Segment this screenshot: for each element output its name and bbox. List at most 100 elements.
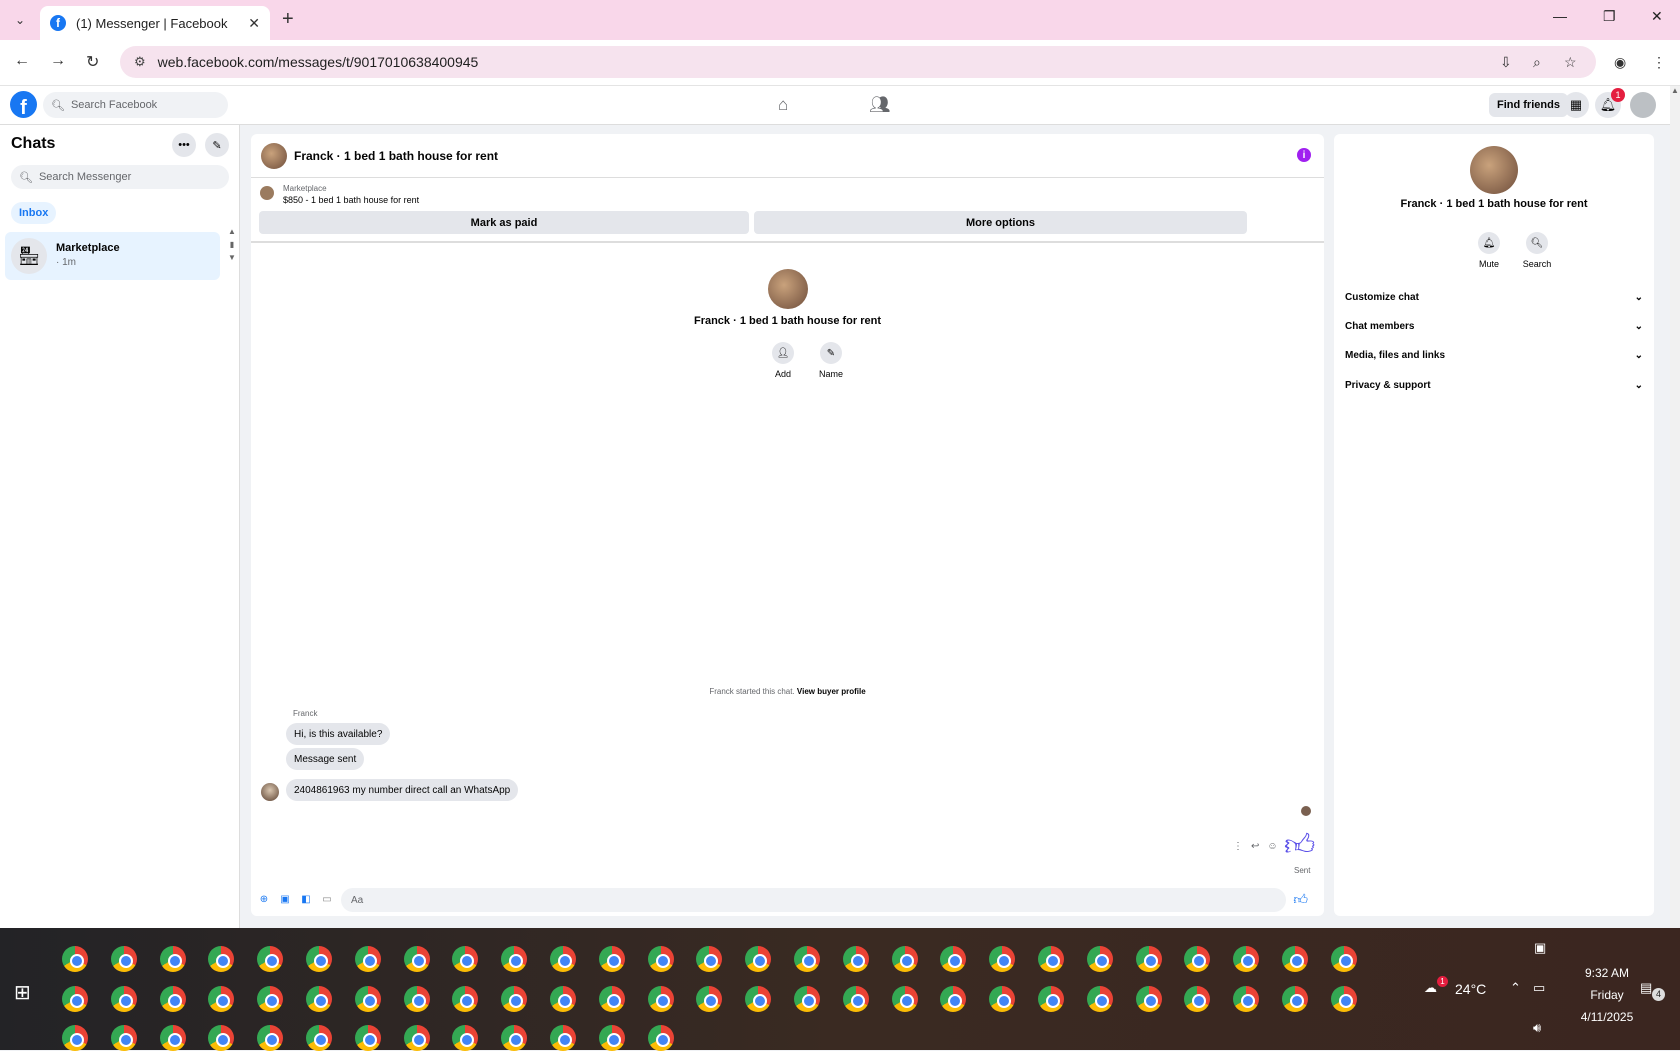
chrome-taskbar-icon[interactable] — [62, 1025, 88, 1051]
details-avatar[interactable] — [1470, 146, 1518, 194]
chrome-taskbar-icon[interactable] — [1233, 986, 1260, 1012]
page-scrollbar[interactable]: ▲ — [1670, 86, 1680, 928]
bookmark-star-icon[interactable]: ☆ — [1564, 54, 1577, 71]
forward-icon[interactable]: → — [50, 52, 66, 70]
chrome-taskbar-icon[interactable] — [208, 946, 235, 972]
mark-as-paid-button[interactable]: Mark as paid — [259, 211, 749, 234]
chrome-taskbar-icon[interactable] — [1184, 986, 1211, 1012]
install-app-icon[interactable]: ⇩ — [1500, 54, 1512, 71]
chrome-taskbar-icon[interactable] — [940, 986, 967, 1012]
chrome-taskbar-icon[interactable] — [891, 986, 918, 1012]
notification-center-icon[interactable]: ▤ — [1640, 980, 1652, 996]
contact-avatar[interactable] — [261, 143, 287, 169]
name-action[interactable]: ✎ Name — [811, 342, 851, 379]
account-avatar[interactable] — [1630, 92, 1656, 118]
restore-icon[interactable]: ❐ — [1603, 8, 1616, 25]
chrome-taskbar-icon[interactable] — [696, 946, 723, 972]
photo-icon[interactable]: ▣ — [278, 892, 292, 906]
chrome-taskbar-icon[interactable] — [1086, 946, 1113, 972]
chrome-taskbar-icon[interactable] — [452, 986, 479, 1012]
info-icon[interactable]: i — [1297, 148, 1311, 162]
chrome-taskbar-icon[interactable] — [1330, 946, 1357, 972]
reload-icon[interactable]: ↻ — [86, 52, 99, 72]
mute-action[interactable]: 🔔︎ Mute — [1469, 232, 1509, 269]
chrome-taskbar-icon[interactable] — [501, 1025, 528, 1051]
react-icon[interactable]: ☺ — [1267, 841, 1285, 852]
chrome-taskbar-icon[interactable] — [306, 946, 332, 972]
home-icon[interactable]: ⌂ — [778, 95, 788, 115]
messenger-search-input[interactable]: 🔍︎ Search Messenger — [11, 165, 229, 189]
chrome-taskbar-icon[interactable] — [452, 946, 479, 972]
clock-date[interactable]: 4/11/2025 — [1567, 1010, 1647, 1024]
chrome-taskbar-icon[interactable] — [501, 986, 528, 1012]
chrome-taskbar-icon[interactable] — [257, 986, 284, 1012]
zoom-icon[interactable]: ⌕ — [1533, 54, 1541, 71]
chrome-taskbar-icon[interactable] — [403, 946, 430, 972]
windows-start-icon[interactable]: ⊞ — [14, 980, 31, 1005]
chrome-taskbar-icon[interactable] — [110, 946, 137, 972]
chrome-taskbar-icon[interactable] — [403, 986, 430, 1012]
chrome-taskbar-icon[interactable] — [306, 1025, 332, 1051]
section-customize-chat[interactable]: Customize chat ⌄ — [1345, 286, 1643, 308]
clock-time[interactable]: 9:32 AM — [1567, 966, 1647, 980]
chrome-taskbar-icon[interactable] — [62, 946, 88, 972]
chrome-taskbar-icon[interactable] — [354, 1025, 381, 1051]
chrome-taskbar-icon[interactable] — [501, 946, 528, 972]
chrome-taskbar-icon[interactable] — [550, 1025, 576, 1051]
message-bubble[interactable]: Message sent — [286, 748, 365, 770]
chrome-taskbar-icon[interactable] — [306, 986, 332, 1012]
section-chat-members[interactable]: Chat members ⌄ — [1345, 315, 1643, 337]
chrome-taskbar-icon[interactable] — [598, 946, 625, 972]
listing-price-title[interactable]: $850 - 1 bed 1 bath house for rent — [283, 195, 419, 205]
chrome-taskbar-icon[interactable] — [598, 1025, 625, 1051]
chrome-taskbar-icon[interactable] — [989, 986, 1016, 1012]
profile-avatar[interactable] — [767, 269, 808, 309]
back-icon[interactable]: ← — [14, 52, 30, 70]
listing-thumbnail[interactable] — [260, 186, 274, 200]
chrome-taskbar-icon[interactable] — [891, 946, 918, 972]
browser-tab-messenger[interactable]: f (1) Messenger | Facebook ✕ — [40, 6, 270, 40]
chat-item-marketplace[interactable]: 🏪︎ Marketplace · 1m — [5, 232, 220, 280]
chrome-taskbar-icon[interactable] — [1282, 986, 1308, 1012]
sticker-icon[interactable]: ◧ — [299, 892, 313, 906]
facebook-search-input[interactable]: 🔍︎ Search Facebook — [43, 92, 228, 118]
view-buyer-profile-link[interactable]: View buyer profile — [797, 687, 866, 696]
chrome-taskbar-icon[interactable] — [110, 1025, 137, 1051]
chrome-taskbar-icon[interactable] — [550, 986, 576, 1012]
chrome-taskbar-icon[interactable] — [257, 946, 284, 972]
gif-icon[interactable]: ▭ — [320, 892, 334, 906]
address-bar[interactable]: ⚙ web.facebook.com/messages/t/9017010638… — [120, 46, 1596, 78]
inbox-filter[interactable]: Inbox — [11, 202, 57, 224]
profile-icon[interactable]: ◉ — [1614, 54, 1626, 71]
chrome-taskbar-icon[interactable] — [1038, 986, 1064, 1012]
window-close-icon[interactable]: ✕ — [1651, 8, 1663, 25]
meet-now-icon[interactable]: ▣ — [1534, 940, 1546, 956]
chrome-taskbar-icon[interactable] — [1282, 946, 1308, 972]
plus-icon[interactable]: ⊕ — [257, 892, 271, 906]
chrome-taskbar-icon[interactable] — [403, 1025, 430, 1051]
chrome-taskbar-icon[interactable] — [989, 946, 1016, 972]
chrome-taskbar-icon[interactable] — [1086, 986, 1113, 1012]
chrome-taskbar-icon[interactable] — [1330, 986, 1357, 1012]
new-tab-button[interactable]: + — [282, 8, 294, 31]
chrome-taskbar-icon[interactable] — [647, 946, 674, 972]
section-media-files-links[interactable]: Media, files and links ⌄ — [1345, 344, 1643, 366]
tab-list-chevron-icon[interactable]: ⌄ — [8, 8, 32, 32]
chrome-taskbar-icon[interactable] — [745, 946, 772, 972]
sender-avatar[interactable] — [261, 783, 279, 801]
chrome-taskbar-icon[interactable] — [696, 986, 723, 1012]
friends-icon[interactable]: 👥︎ — [869, 95, 891, 115]
chrome-taskbar-icon[interactable] — [354, 986, 381, 1012]
menu-grid-icon[interactable]: ▦ — [1563, 92, 1589, 118]
chrome-taskbar-icon[interactable] — [842, 986, 869, 1012]
message-input[interactable]: Aa — [341, 888, 1286, 912]
volume-icon[interactable]: 🔊︎ — [1533, 1020, 1541, 1036]
add-action[interactable]: 👤︎ Add — [763, 342, 803, 379]
facebook-logo-icon[interactable]: f — [10, 91, 37, 118]
chrome-taskbar-icon[interactable] — [1038, 946, 1064, 972]
chrome-taskbar-icon[interactable] — [842, 946, 869, 972]
menu-kebab-icon[interactable]: ⋮ — [1652, 54, 1666, 71]
chrome-taskbar-icon[interactable] — [452, 1025, 479, 1051]
chrome-taskbar-icon[interactable] — [1135, 946, 1162, 972]
more-options-button[interactable]: More options — [754, 211, 1247, 234]
